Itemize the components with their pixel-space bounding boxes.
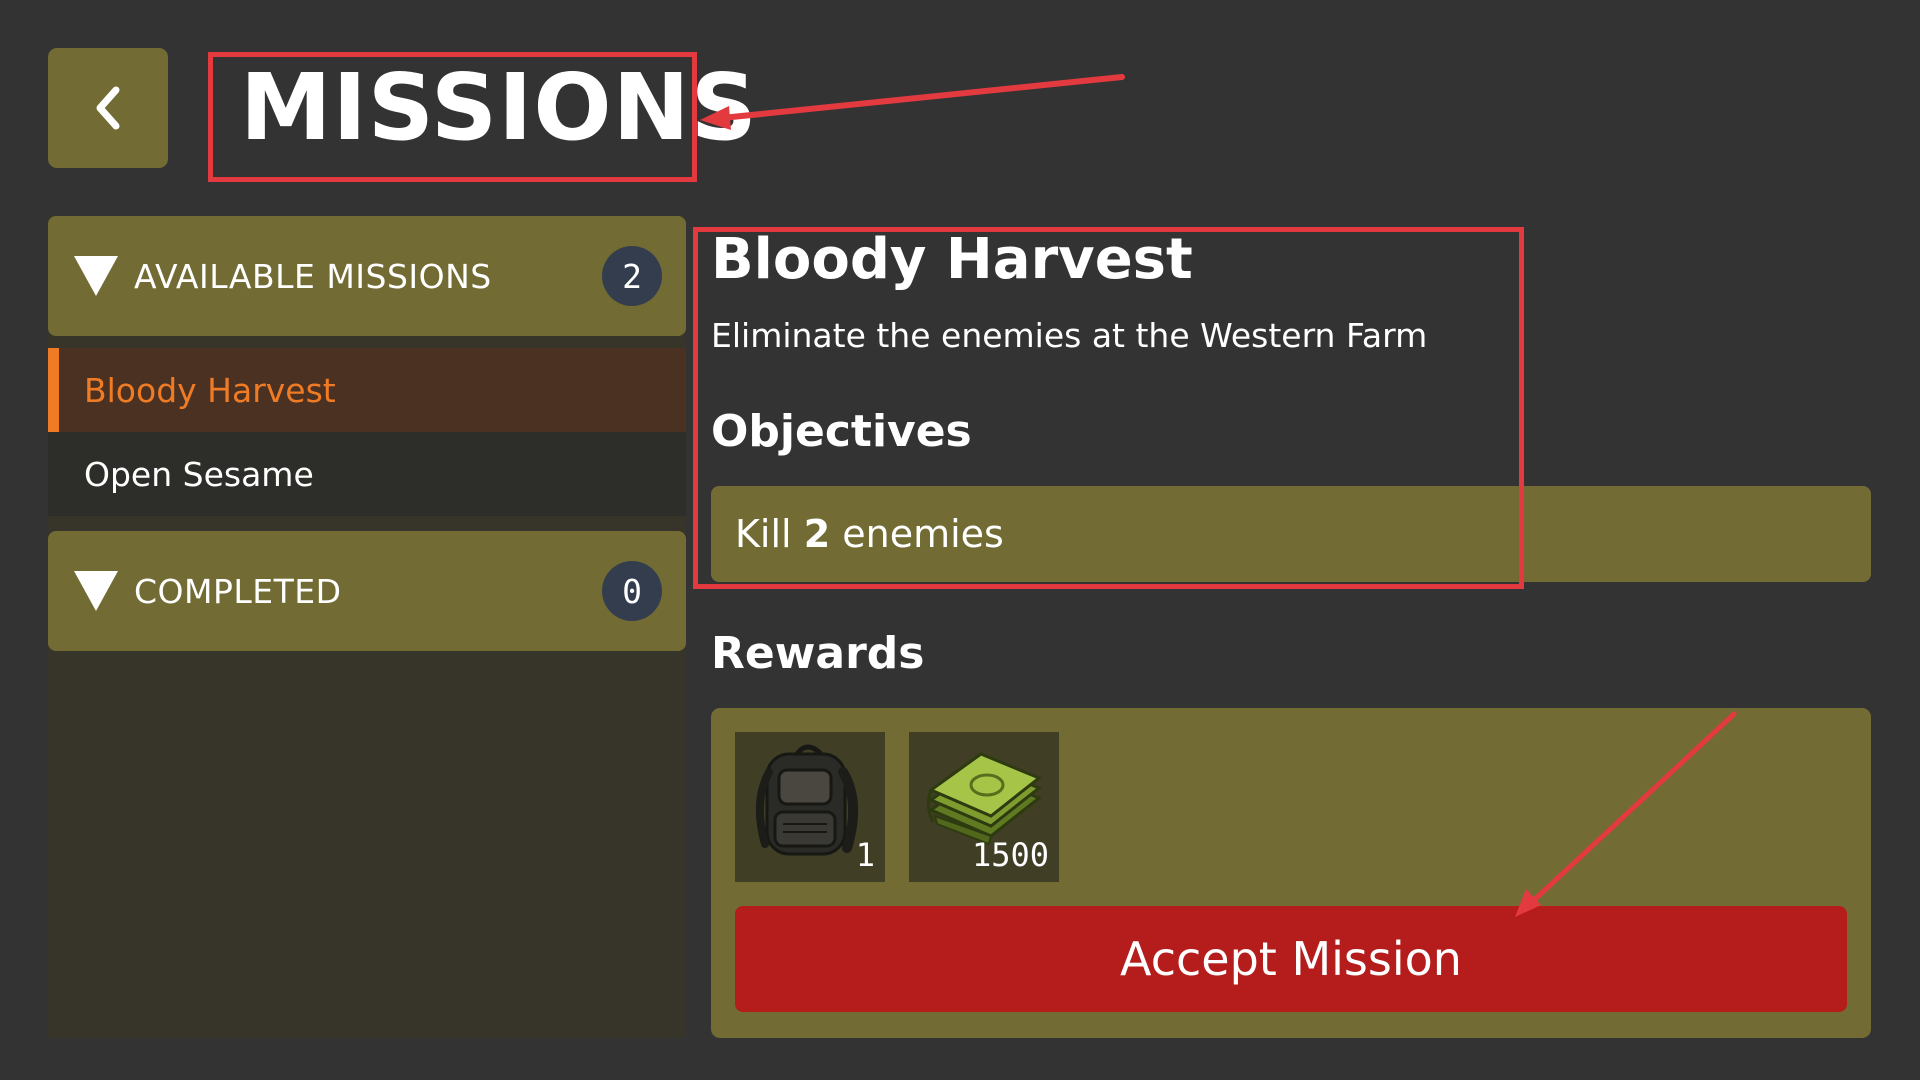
accept-mission-button[interactable]: Accept Mission [735,906,1847,1012]
count-badge: 0 [602,561,662,621]
category-label: AVAILABLE MISSIONS [134,256,492,296]
mission-item-label: Bloody Harvest [84,370,336,410]
mission-item-bloody-harvest[interactable]: Bloody Harvest [48,348,686,432]
rewards-panel: 1 1500 Accept Mission [711,708,1871,1038]
rewards-heading: Rewards [711,628,925,679]
reward-tile-backpack[interactable]: 1 [735,732,885,882]
count-badge: 2 [602,246,662,306]
reward-tile-cash[interactable]: 1500 [909,732,1059,882]
chevron-left-icon [96,86,120,130]
triangle-down-icon [74,256,118,296]
reward-quantity: 1 [855,836,875,874]
arrow-to-title [700,74,1125,130]
reward-quantity: 1500 [971,836,1049,874]
mission-item-label: Open Sesame [84,454,314,494]
category-label: COMPLETED [134,571,342,611]
category-available-missions[interactable]: AVAILABLE MISSIONS 2 [48,216,686,336]
category-completed[interactable]: COMPLETED 0 [48,531,686,651]
annotation-box-title [208,52,697,182]
triangle-down-icon [74,571,118,611]
mission-list: Bloody Harvest Open Sesame [48,348,686,516]
annotation-box-details [693,227,1524,589]
back-button[interactable] [48,48,168,168]
mission-sidebar: AVAILABLE MISSIONS 2 Bloody Harvest Open… [48,216,686,1038]
missions-screen: MISSIONS AVAILABLE MISSIONS 2 Bloody Har… [0,0,1920,1080]
mission-item-open-sesame[interactable]: Open Sesame [48,432,686,516]
